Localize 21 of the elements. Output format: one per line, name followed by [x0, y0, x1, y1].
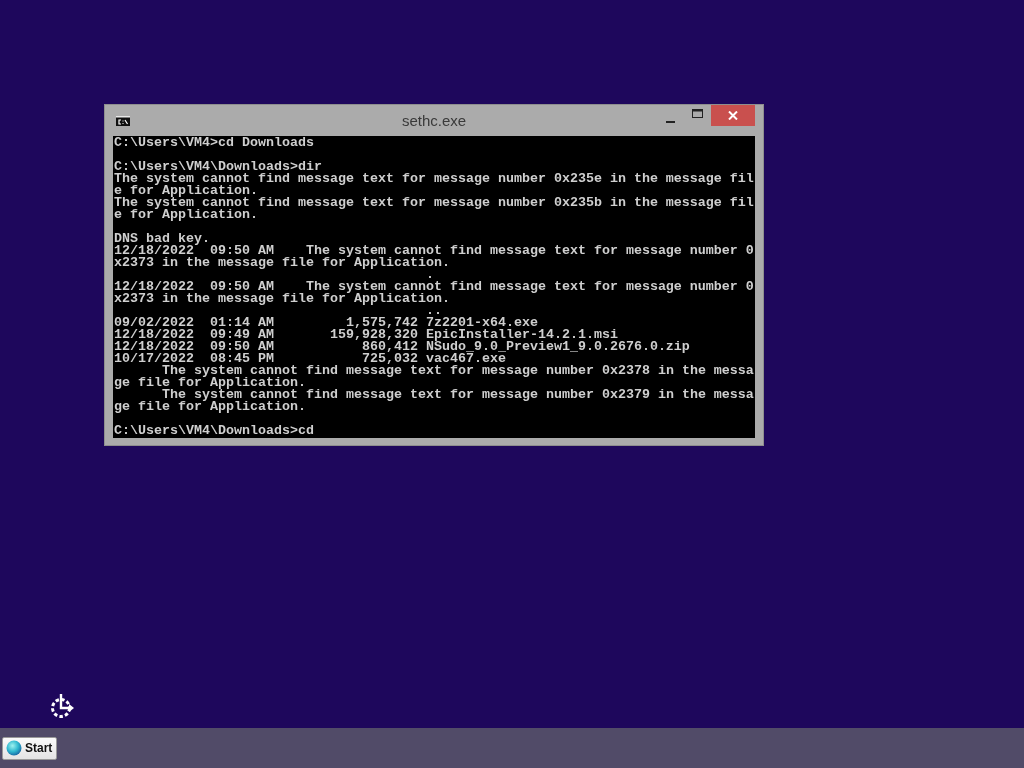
dotted-circle-arrow-icon[interactable]	[50, 693, 76, 719]
console-text: ..	[425, 303, 442, 318]
window-title: sethc.exe	[401, 111, 467, 129]
console-text: DNS bad key.	[114, 231, 210, 246]
console-text: C:\Users\VM4\Downloads>cd	[114, 423, 314, 438]
console-text: 09/02/2022 01:14 AM 1,575,742 7z2201-x64.exe	[114, 315, 538, 330]
console-text: 10/17/2022 08:45 PM 725,032 vac467.exe	[114, 351, 506, 366]
console-icon	[116, 116, 130, 126]
start-button[interactable]: Start	[2, 736, 58, 760]
console-text: C:\Users\VM4>cd Downloads	[114, 135, 314, 150]
globe-icon	[6, 740, 22, 756]
minimize-icon	[666, 121, 675, 123]
console-text: 12/18/2022 09:49 AM 159,928,320 EpicInstaller-14.2.1.msi	[114, 327, 618, 342]
console-text: The system cannot find message text for message number 0x235e in the message fil	[114, 171, 754, 186]
console-text: The system cannot find message text for message number 0x2378 in the messa	[162, 363, 754, 378]
close-button[interactable]	[711, 105, 755, 126]
close-icon	[728, 111, 738, 120]
console-text: 12/18/2022 09:50 AM The system cannot find message text for message number 0	[114, 279, 754, 294]
console-text: .	[425, 267, 434, 282]
maximize-icon	[692, 109, 703, 118]
console-text: C:\Users\VM4\Downloads>dir	[114, 159, 322, 174]
